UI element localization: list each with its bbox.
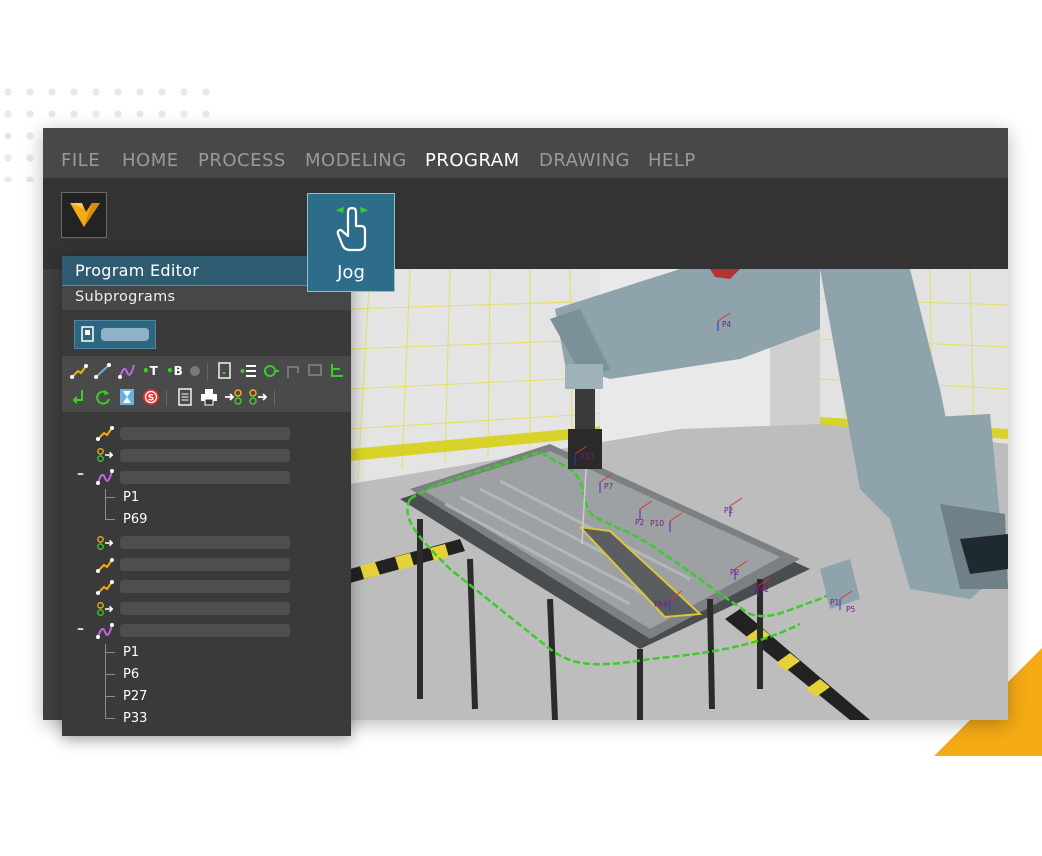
program-editor-panel: Program Editor Subprograms •T •B S – P1 … [62, 256, 351, 736]
tree-line [105, 718, 115, 719]
menu-home[interactable]: HOME [122, 150, 179, 171]
joint-move-icon[interactable] [94, 362, 112, 380]
linear-move-icon[interactable] [70, 362, 88, 380]
subprogram-name-placeholder [101, 328, 149, 341]
wait-input-icon [97, 602, 114, 616]
circular-move-icon [96, 623, 114, 639]
jump-icon[interactable] [70, 388, 88, 406]
robot-cell-scene: P4 P2 P7 P2 P10 P2 P69 P33 P42 P1 P5 [350, 269, 1008, 720]
tree-row-placeholder[interactable] [120, 558, 290, 571]
wait-input-icon[interactable] [248, 388, 268, 406]
branch-disabled-icon[interactable] [284, 362, 302, 380]
collapse-icon[interactable]: – [77, 466, 84, 482]
menu-bar: FILE HOME PROCESS MODELING PROGRAM DRAWI… [43, 128, 1008, 178]
hand-pointer-icon [336, 206, 368, 252]
point-label: P2 [724, 506, 734, 515]
linear-move-icon [96, 558, 114, 573]
stop-icon[interactable]: S [142, 388, 160, 406]
tree-row-placeholder[interactable] [120, 624, 290, 637]
tree-row-placeholder[interactable] [120, 536, 290, 549]
point-label: P5 [846, 605, 856, 614]
point-label: P42 [755, 585, 769, 594]
tree-line [105, 519, 115, 520]
tree-point-item[interactable]: P27 [123, 689, 147, 704]
tree-point-item[interactable]: P69 [123, 512, 147, 527]
point-label: P33 [580, 452, 594, 461]
point-label: P10 [650, 519, 664, 528]
set-output-icon[interactable] [224, 388, 244, 406]
tree-point-item[interactable]: P1 [123, 645, 139, 660]
hourglass-icon[interactable] [118, 388, 136, 406]
loop-icon[interactable] [262, 362, 280, 380]
tree-line [105, 644, 106, 718]
tree-point-item[interactable]: P1 [123, 490, 139, 505]
wait-input-icon [97, 536, 114, 550]
tree-row-placeholder[interactable] [120, 602, 290, 615]
logo-v-icon [70, 203, 100, 227]
tool-b-icon[interactable]: •B [166, 363, 183, 379]
tree-line [105, 652, 115, 653]
document-icon [81, 326, 94, 342]
point-label: P4 [722, 320, 732, 329]
tree-row-placeholder[interactable] [120, 580, 290, 593]
tree-row-placeholder[interactable] [120, 427, 290, 440]
tree-line [105, 489, 106, 519]
point-label: P69 [654, 600, 668, 609]
tree-point-item[interactable]: P6 [123, 667, 139, 682]
program-toolbar: •T •B S [62, 356, 351, 412]
jog-label: Jog [337, 262, 365, 283]
point-label: P1 [830, 598, 840, 607]
subprogram-selector[interactable] [74, 320, 156, 349]
record-icon[interactable] [189, 365, 201, 377]
linear-move-icon [96, 580, 114, 595]
point-label: P7 [604, 482, 614, 491]
linear-move-icon [96, 426, 114, 441]
comment-icon[interactable] [176, 388, 194, 406]
menu-drawing[interactable]: DRAWING [539, 150, 630, 171]
tree-line [105, 696, 115, 697]
menu-process[interactable]: PROCESS [198, 150, 286, 171]
sub-branch-icon[interactable] [328, 362, 346, 380]
circular-move-icon[interactable] [118, 362, 136, 380]
print-icon[interactable] [200, 388, 218, 406]
wait-input-icon [97, 448, 114, 462]
point-label: P2 [730, 568, 740, 577]
program-editor-title: Program Editor [75, 261, 200, 280]
jog-button[interactable]: Jog [307, 193, 395, 292]
circular-move-icon [96, 469, 114, 485]
return-disabled-icon[interactable] [306, 362, 324, 380]
menu-help[interactable]: HELP [648, 150, 696, 171]
point-label: P2 [635, 518, 645, 527]
collapse-icon[interactable]: – [77, 621, 84, 637]
tree-line [105, 497, 115, 498]
menu-modeling[interactable]: MODELING [305, 150, 407, 171]
tool-t-icon[interactable]: •T [142, 363, 158, 379]
3d-viewport[interactable]: P4 P2 P7 P2 P10 P2 P69 P33 P42 P1 P5 [350, 269, 1008, 720]
tree-point-item[interactable]: P33 [123, 711, 147, 726]
list-icon[interactable] [240, 362, 258, 380]
import-program-icon[interactable] [216, 362, 234, 380]
tree-row-placeholder[interactable] [120, 471, 290, 484]
svg-text:S: S [148, 394, 154, 404]
menu-file[interactable]: FILE [61, 150, 100, 171]
tree-row-placeholder[interactable] [120, 449, 290, 462]
menu-program[interactable]: PROGRAM [425, 150, 520, 171]
tree-line [105, 674, 115, 675]
program-tree: – P1 P69 – P1 P6 P27 P33 [62, 416, 351, 736]
app-logo[interactable] [61, 192, 107, 238]
subprograms-label: Subprograms [75, 289, 176, 305]
refresh-icon[interactable] [94, 388, 112, 406]
